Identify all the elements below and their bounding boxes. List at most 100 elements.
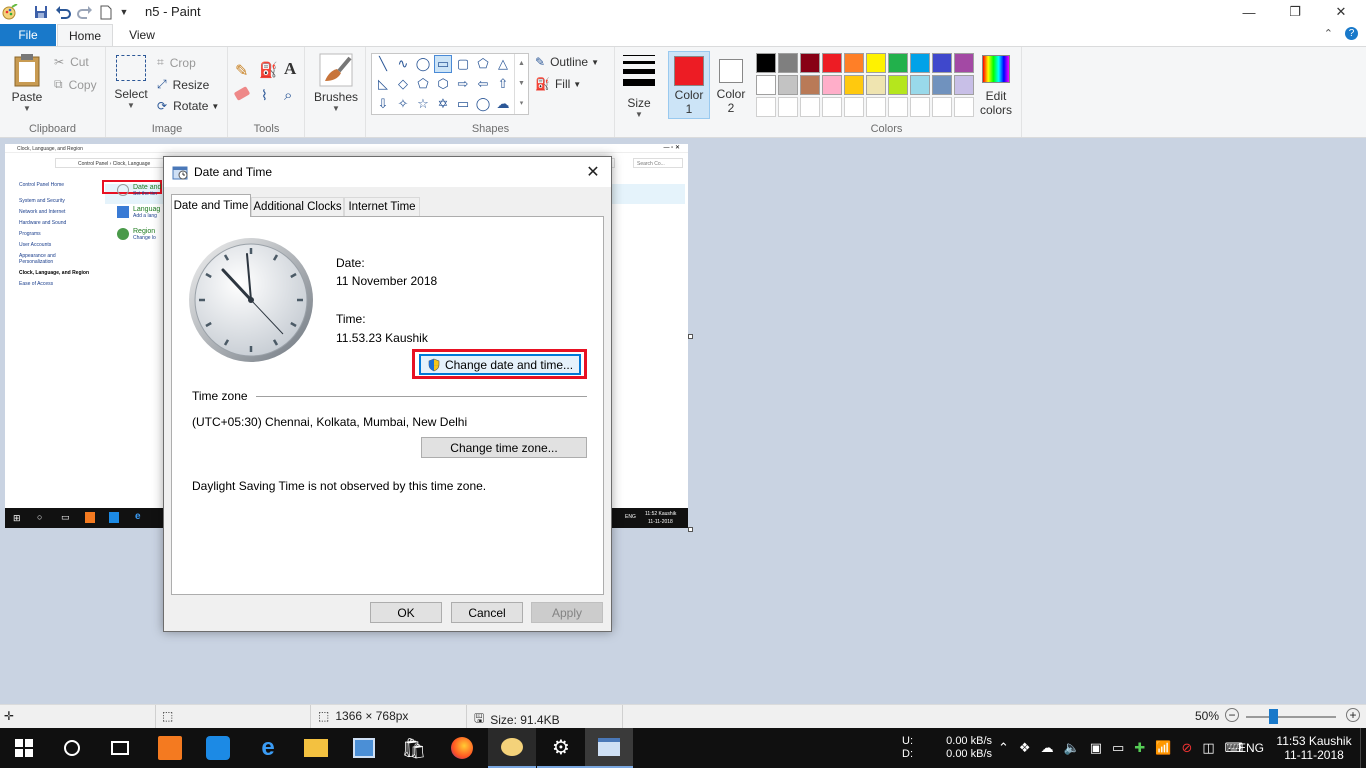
right-arrow-shape-icon[interactable]: ⇨ [454,75,472,93]
tab-date-and-time[interactable]: Date and Time [171,194,251,217]
tab-internet-time[interactable]: Internet Time [344,197,420,216]
down-arrow-shape-icon[interactable]: ⇩ [374,95,392,113]
color-swatch[interactable] [954,75,974,95]
canvas-resize-handle-corner[interactable] [688,527,693,532]
color-swatch[interactable] [822,53,842,73]
taskbar-file-explorer[interactable] [292,728,340,768]
wifi-icon[interactable]: 📶 [1155,740,1171,756]
custom-color-swatch[interactable] [844,97,864,117]
taskbar-paint[interactable] [488,728,536,768]
paste-button[interactable]: Paste ▼ [6,53,48,113]
color-swatch[interactable] [778,53,798,73]
cut-button[interactable]: ✂ Cut [54,55,89,69]
dialog-close-button[interactable]: ✕ [581,160,605,184]
color-swatch[interactable] [910,53,930,73]
pentagon-shape-icon[interactable]: ⬠ [414,75,432,93]
color2-button[interactable]: Color 2 [712,51,750,119]
tab-file[interactable]: File [0,24,56,46]
size-button[interactable]: Size ▼ [620,55,658,119]
redo-icon[interactable] [76,3,94,21]
brushes-button[interactable]: Brushes ▼ [314,53,358,113]
custom-color-swatch[interactable] [888,97,908,117]
four-point-star-icon[interactable]: ✧ [394,95,412,113]
color-swatch[interactable] [756,75,776,95]
antivirus-icon[interactable]: ⊘ [1181,740,1192,756]
color-swatch[interactable] [866,53,886,73]
cancel-button[interactable]: Cancel [451,602,523,623]
canvas-resize-handle-right[interactable] [688,334,693,339]
resize-button[interactable]: ⤢ Resize [157,77,209,92]
edit-colors-button[interactable]: Edit colors [976,55,1016,117]
diamond-shape-icon[interactable]: ◇ [394,75,412,93]
copy-button[interactable]: ⧉ Copy [54,77,97,92]
curve-shape-icon[interactable]: ∿ [394,55,412,73]
eraser-icon[interactable] [233,86,251,101]
fill-button[interactable]: ⛽ Fill ▼ [535,77,581,91]
taskbar-app-blue[interactable] [194,728,242,768]
polygon-shape-icon[interactable]: ⬠ [474,55,492,73]
fill-bucket-icon[interactable]: ⛽ [259,61,278,79]
callout-oval-icon[interactable]: ◯ [474,95,492,113]
hexagon-shape-icon[interactable]: ⬡ [434,75,452,93]
color-swatch[interactable] [932,53,952,73]
color-swatch[interactable] [756,53,776,73]
callout-cloud-icon[interactable]: ☁ [494,95,512,113]
rotate-button[interactable]: ⟳ Rotate ▼ [157,99,219,113]
taskbar-edge[interactable]: e [244,728,292,768]
color-swatch[interactable] [866,75,886,95]
custom-color-swatch[interactable] [778,97,798,117]
undo-icon[interactable] [54,3,72,21]
text-tool-icon[interactable]: A [284,59,296,79]
right-triangle-shape-icon[interactable]: ◺ [374,75,392,93]
color-swatch[interactable] [888,53,908,73]
collapse-ribbon-icon[interactable]: ⌃ [1324,27,1333,40]
new-file-icon[interactable] [99,3,113,21]
show-hidden-icons[interactable]: ⌃ [998,740,1009,756]
minimize-button[interactable]: — [1226,0,1272,24]
display-icon[interactable]: ◫ [1202,740,1214,756]
custom-color-swatch[interactable] [822,97,842,117]
task-view-button[interactable] [96,728,144,768]
volume-icon[interactable]: 🔈 [1064,740,1080,756]
color-swatch[interactable] [844,53,864,73]
line-shape-icon[interactable]: ╲ [374,55,392,73]
taskbar-store[interactable]: 🛍 [390,728,438,768]
close-button[interactable]: ✕ [1318,0,1364,24]
cortana-search-button[interactable] [48,728,96,768]
color-swatch[interactable] [888,75,908,95]
taskbar-settings[interactable]: ⚙ [537,728,585,768]
apply-button[interactable]: Apply [531,602,603,623]
ok-button[interactable]: OK [370,602,442,623]
tab-additional-clocks[interactable]: Additional Clocks [251,197,344,216]
pencil-icon[interactable]: ✎ [235,61,248,81]
crop-button[interactable]: ⌗ Crop [157,55,196,70]
callout-rect-icon[interactable]: ▭ [454,95,472,113]
custom-color-swatch[interactable] [910,97,930,117]
up-arrow-shape-icon[interactable]: ⇧ [494,75,512,93]
color-swatch[interactable] [954,53,974,73]
custom-color-swatch[interactable] [800,97,820,117]
color-swatch[interactable] [800,53,820,73]
change-date-time-button[interactable]: Change date and time... [419,354,581,375]
tab-view[interactable]: View [114,24,170,46]
device-icon[interactable]: ▣ [1090,740,1102,756]
taskbar-control-panel[interactable] [340,728,388,768]
select-button[interactable]: Select ▼ [113,53,149,110]
save-icon[interactable] [32,3,50,21]
five-point-star-icon[interactable]: ☆ [414,95,432,113]
security-icon[interactable]: ✚ [1134,740,1145,756]
outline-button[interactable]: ✎ Outline ▼ [535,55,599,69]
color-swatch[interactable] [822,75,842,95]
zoom-slider-thumb[interactable] [1269,709,1278,724]
shapes-gallery[interactable]: ╲ ∿ ◯ ▭ ▢ ⬠ △ ◺ ◇ ⬠ ⬡ ⇨ ⇦ ⇧ ⇩ ✧ ☆ ✡ ▭ ◯ … [371,53,529,115]
zoom-in-button[interactable]: + [1346,708,1360,722]
paint-app-icon[interactable] [2,3,18,21]
taskbar-clock[interactable]: 11:53 Kaushik 11-11-2018 [1276,728,1352,768]
restore-button[interactable]: ❐ [1272,0,1318,24]
onedrive-icon[interactable]: ☁ [1041,740,1054,756]
custom-color-swatch[interactable] [866,97,886,117]
customize-toolbar-icon[interactable]: ▼ [118,3,130,21]
tab-home[interactable]: Home [57,24,113,46]
taskbar-app-orange[interactable] [146,728,194,768]
rounded-rect-shape-icon[interactable]: ▢ [454,55,472,73]
